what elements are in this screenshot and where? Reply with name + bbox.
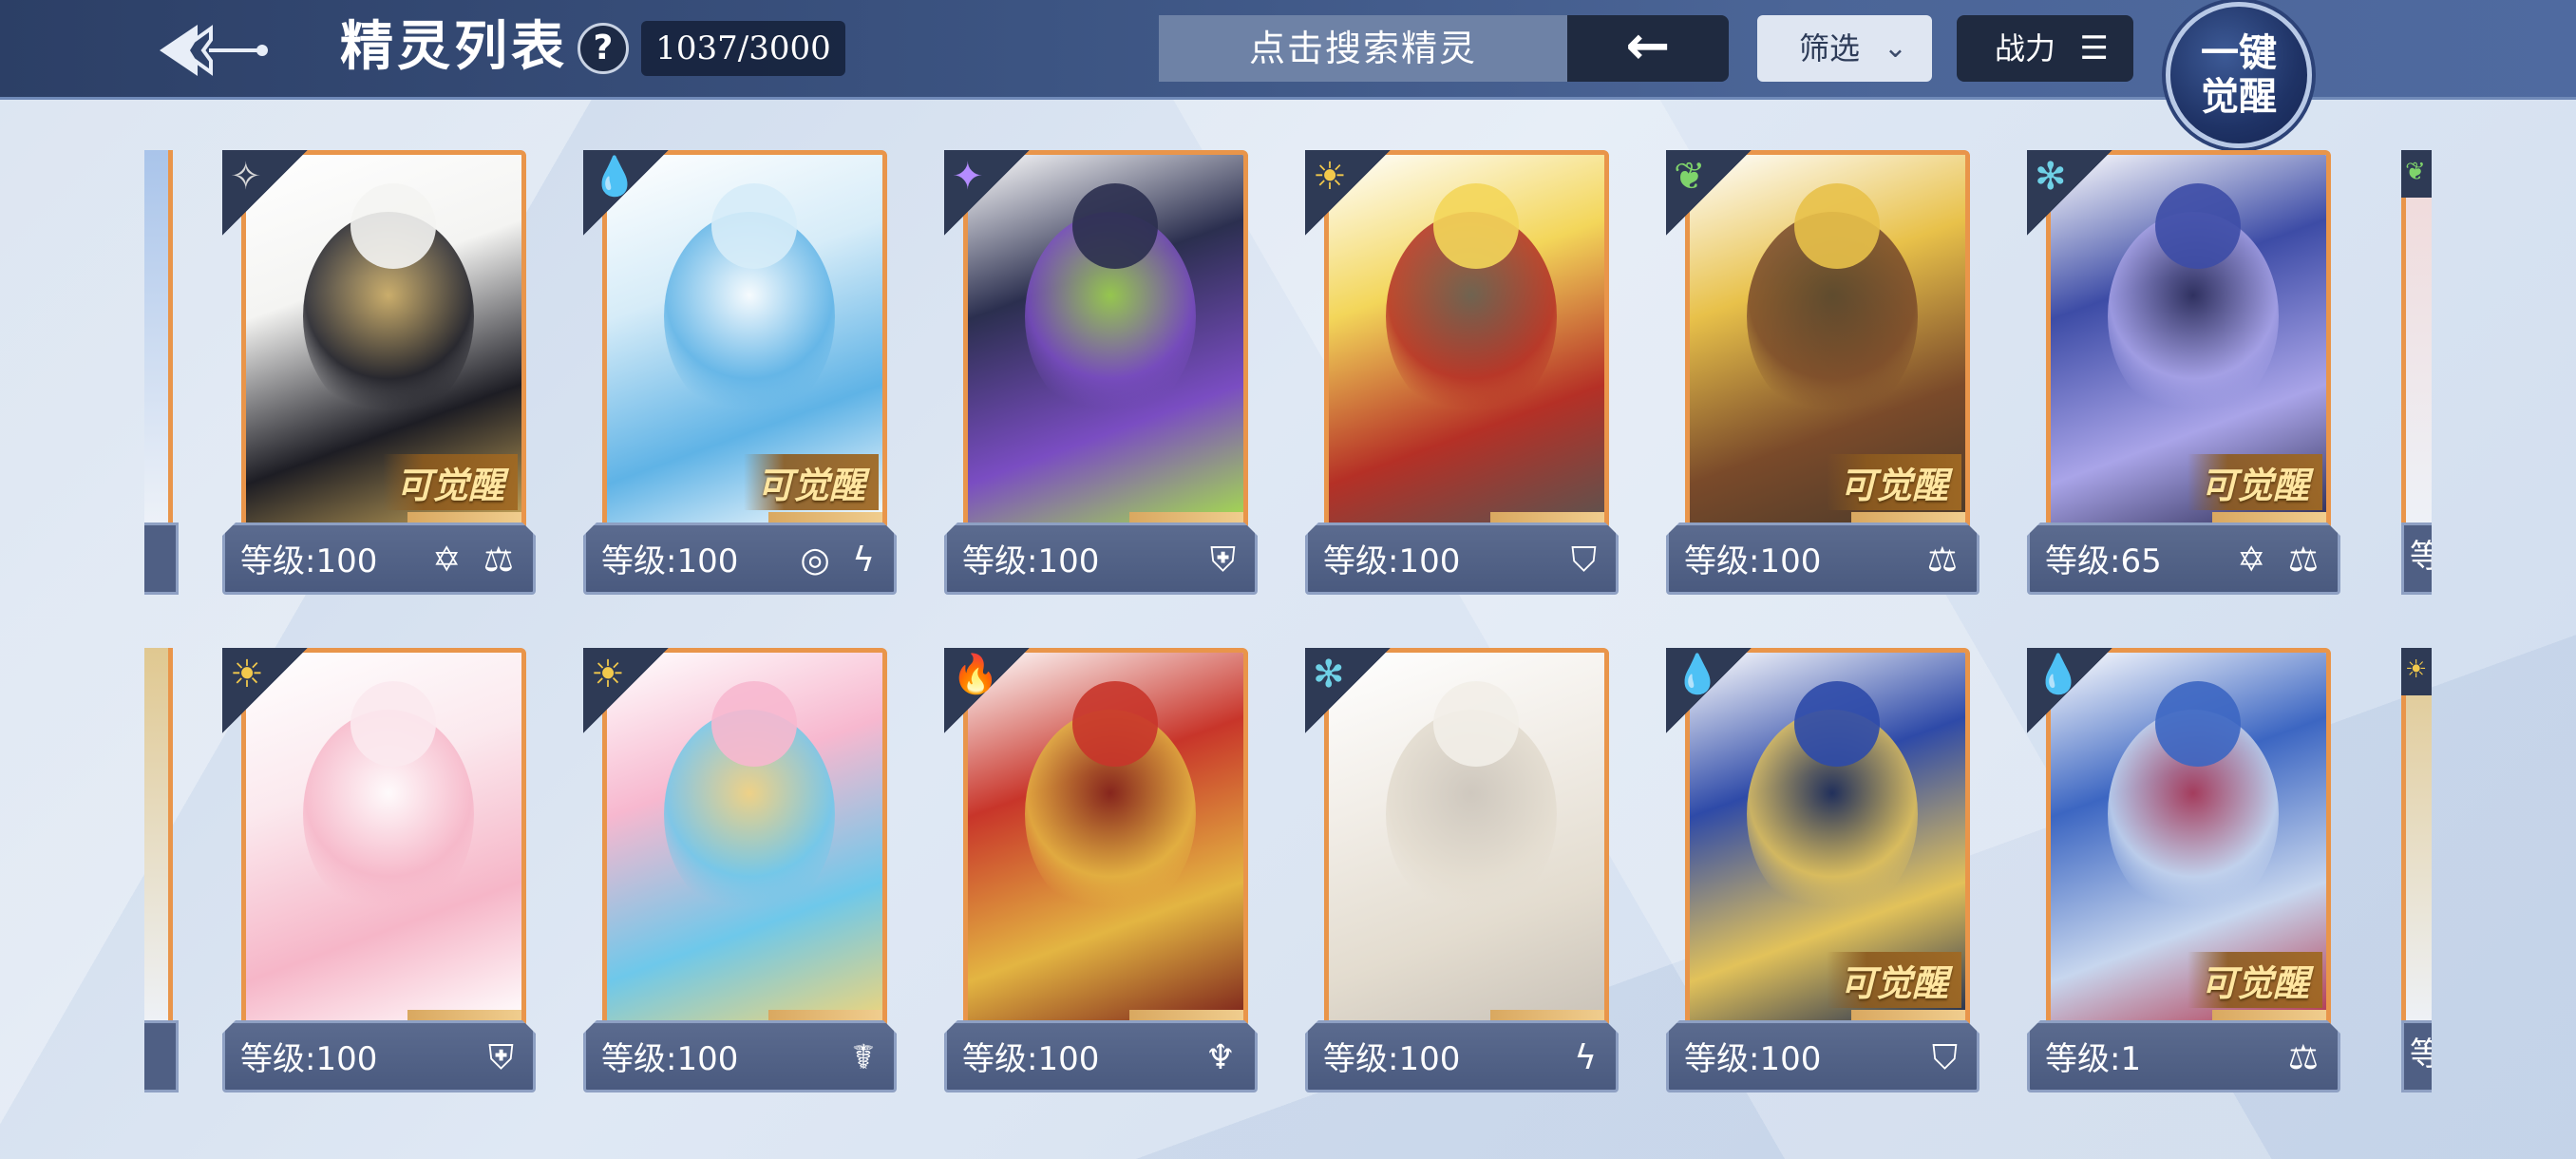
card-level: 等级:1 <box>2045 1040 2142 1078</box>
spirit-card[interactable]: 可觉醒 ✻ 等级:65 ✡ ⚖ <box>2027 150 2340 597</box>
type-icons: ⛨ <box>487 1038 520 1077</box>
type-icons: ♆ <box>1204 1038 1241 1077</box>
card-plate <box>144 1020 179 1092</box>
light-element-icon: ☀ <box>222 648 308 733</box>
card-info-plate: 等级:100 ⛉ <box>1305 522 1619 595</box>
card-level: 等级:100 <box>962 542 1100 580</box>
spirit-card[interactable]: ☀ 等级:100 ⛉ <box>1305 150 1619 597</box>
spirit-card[interactable]: 可觉醒 ✧ 等级:100 ✡ ⚖ <box>222 150 536 597</box>
card-info-plate: 等级:1 ⚖ <box>2027 1020 2340 1092</box>
card-level: 等 <box>2401 522 2432 595</box>
type-icons: ⛨ <box>1209 541 1241 580</box>
card-info-plate: 等级:100 ◎ ϟ <box>583 522 897 595</box>
light-element-icon: ☀ <box>583 648 669 733</box>
grass-element-icon: ❦ <box>1666 150 1752 236</box>
type-icons: ✡ ⚖ <box>432 541 520 580</box>
card-level: 等级:100 <box>1323 1040 1461 1078</box>
partial-card-right[interactable]: ☀ 等 <box>2401 648 2432 1094</box>
awakenable-tag: 可觉醒 <box>743 454 879 510</box>
ice-element-icon: ✻ <box>1305 648 1391 733</box>
light-element-icon: ☀ <box>1305 150 1391 236</box>
type-icons: ⚖ <box>1926 541 1963 580</box>
awakenable-tag: 可觉醒 <box>2187 952 2322 1008</box>
spirit-card[interactable]: 🔥 等级:100 ♆ <box>944 648 1258 1094</box>
mechanical-element-icon: ✧ <box>222 150 308 236</box>
card-info-plate: 等级:100 ☤ <box>583 1020 897 1092</box>
card-level: 等级:100 <box>601 1040 739 1078</box>
fire-element-icon: 🔥 <box>944 648 1030 733</box>
grass-element-icon: ❦ <box>2401 150 2432 198</box>
partial-card-right[interactable]: ❦ 等 <box>2401 150 2432 597</box>
spirit-card[interactable]: 可觉醒 ❦ 等级:100 ⚖ <box>1666 150 1979 597</box>
ice-element-icon: ✻ <box>2027 150 2112 236</box>
type-icons: ✡ ⚖ <box>2237 541 2324 580</box>
card-info-plate: 等级:100 ♆ <box>944 1020 1258 1092</box>
card-info-plate: 等级:100 ϟ <box>1305 1020 1619 1092</box>
card-art <box>2401 648 2432 1028</box>
partial-card-left[interactable] <box>144 648 182 1094</box>
type-icons: ⛉ <box>1931 1038 1963 1077</box>
card-level: 等级:100 <box>601 542 739 580</box>
card-info-plate: 等级:65 ✡ ⚖ <box>2027 522 2340 595</box>
awakenable-tag: 可觉醒 <box>1826 454 1961 510</box>
shadow-element-icon: ✦ <box>944 150 1030 236</box>
spirit-card[interactable]: ☀ 等级:100 ⛨ <box>222 648 536 1094</box>
type-icons: ⚖ <box>2287 1038 2324 1077</box>
card-plate <box>144 522 179 595</box>
card-info-plate: 等级:100 ⛉ <box>1666 1020 1979 1092</box>
spirit-card[interactable]: ✦ 等级:100 ⛨ <box>944 150 1258 597</box>
card-level: 等级:100 <box>240 1040 378 1078</box>
partial-card-left[interactable] <box>144 150 182 597</box>
card-level: 等级:100 <box>1323 542 1461 580</box>
card-level: 等级:100 <box>962 1040 1100 1078</box>
card-level: 等级:100 <box>240 542 378 580</box>
spirit-card[interactable]: ✻ 等级:100 ϟ <box>1305 648 1619 1094</box>
card-level: 等级:65 <box>2045 542 2162 580</box>
type-icons: ϟ <box>1574 1038 1602 1077</box>
card-info-plate: 等级:100 ⛨ <box>222 1020 536 1092</box>
spirit-grid: ❦ 等 ☀ 等 可觉醒 ✧ 等级:100 <box>0 0 2576 1159</box>
card-level: 等级:100 <box>1684 1040 1822 1078</box>
water-element-icon: 💧 <box>583 150 669 236</box>
type-icons: ☤ <box>851 1038 881 1077</box>
spirit-card[interactable]: 可觉醒 💧 等级:100 ◎ ϟ <box>583 150 897 597</box>
card-level: 等级:100 <box>1684 542 1822 580</box>
spirit-card[interactable]: 可觉醒 💧 等级:100 ⛉ <box>1666 648 1979 1094</box>
awakenable-tag: 可觉醒 <box>1826 952 1961 1008</box>
water-element-icon: 💧 <box>2027 648 2112 733</box>
card-art <box>2401 150 2432 530</box>
spirit-card[interactable]: 可觉醒 💧 等级:1 ⚖ <box>2027 648 2340 1094</box>
card-info-plate: 等级:100 ⛨ <box>944 522 1258 595</box>
type-icons: ◎ ϟ <box>800 541 881 580</box>
type-icons: ⛉ <box>1570 541 1602 580</box>
spirit-card[interactable]: ☀ 等级:100 ☤ <box>583 648 897 1094</box>
card-level: 等 <box>2401 1020 2432 1092</box>
water-element-icon: 💧 <box>1666 648 1752 733</box>
awakenable-tag: 可觉醒 <box>2187 454 2322 510</box>
card-info-plate: 等级:100 ✡ ⚖ <box>222 522 536 595</box>
card-info-plate: 等级:100 ⚖ <box>1666 522 1979 595</box>
card-art <box>144 150 173 530</box>
light-element-icon: ☀ <box>2401 648 2432 695</box>
card-art <box>144 648 173 1028</box>
awakenable-tag: 可觉醒 <box>382 454 518 510</box>
